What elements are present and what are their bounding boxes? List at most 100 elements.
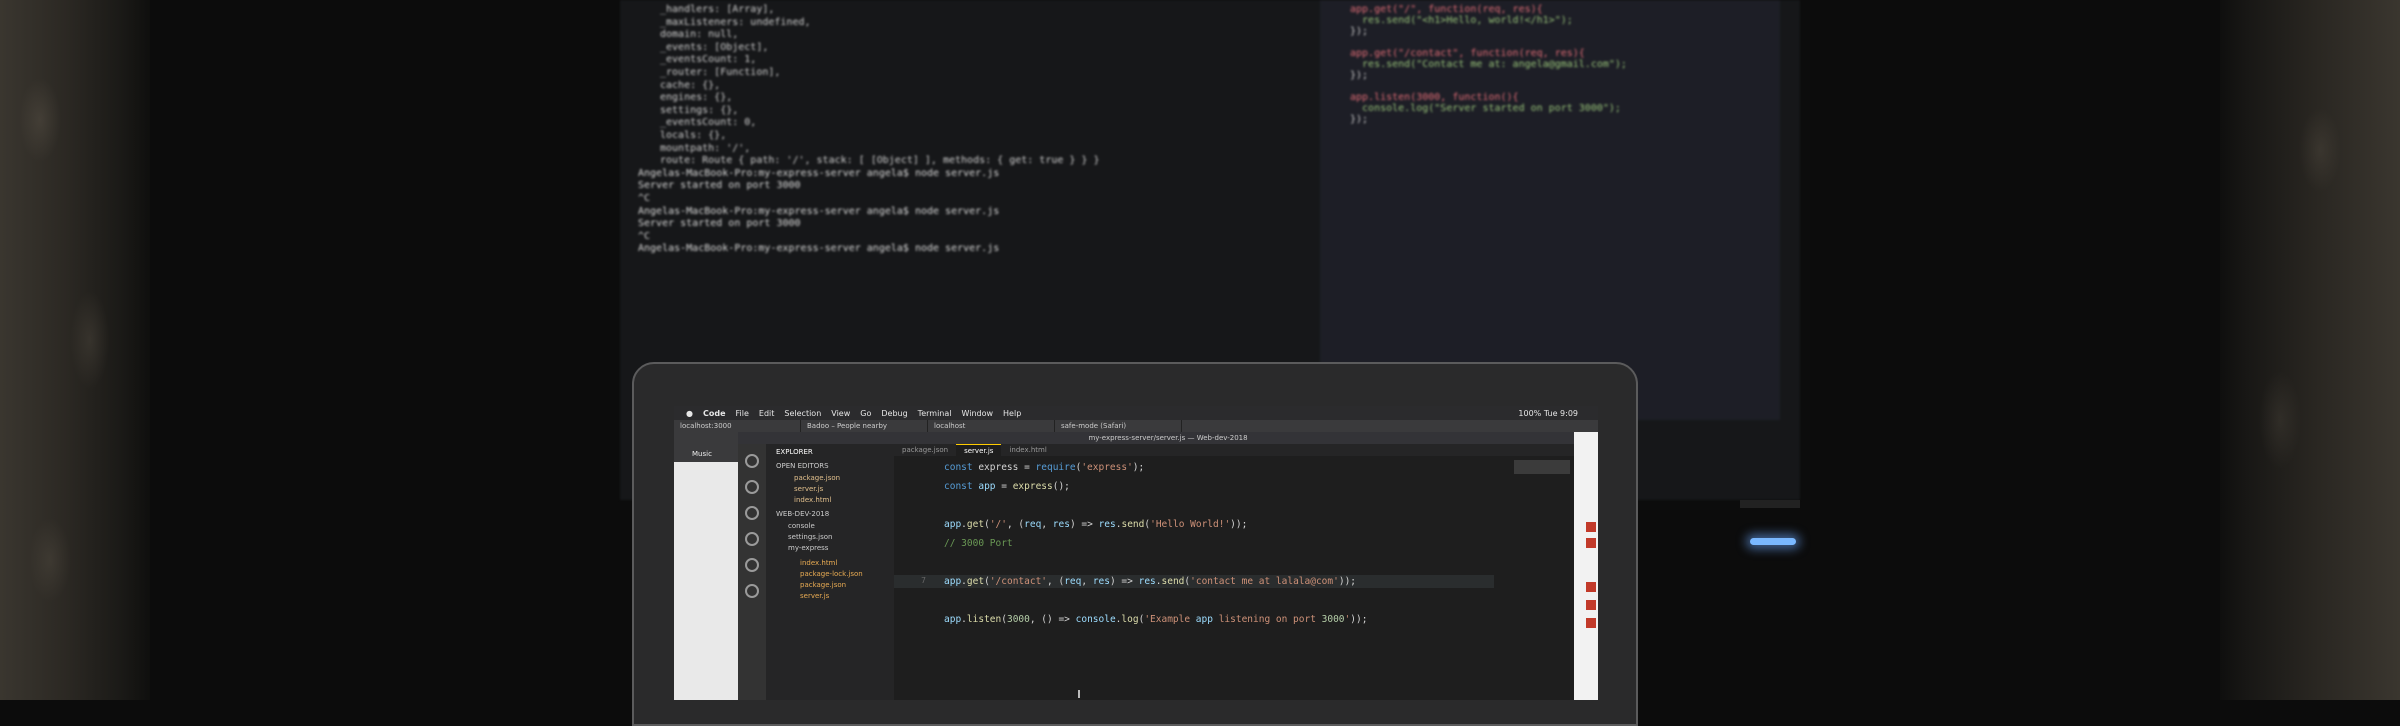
code-line[interactable]: const express = require('express');: [944, 462, 1144, 473]
editor-line: });: [1350, 114, 1369, 125]
terminal-line: mountpath: '/',: [660, 142, 751, 154]
extensions-icon[interactable]: [745, 558, 759, 572]
explorer-header: EXPLORER: [776, 448, 813, 456]
notification-badge: [1586, 600, 1596, 610]
menu-item-selection[interactable]: Selection: [784, 409, 821, 418]
code-line[interactable]: app.listen(3000, () => console.log('Exam…: [944, 614, 1367, 625]
window-title: my-express-server/server.js — Web-dev-20…: [738, 432, 1598, 444]
editor-line: res.send("<h1>Hello, world!</h1>");: [1350, 15, 1573, 26]
editor-tab[interactable]: package.json: [894, 444, 956, 456]
menu-item-edit[interactable]: Edit: [759, 409, 775, 418]
terminal-line: ^C: [638, 230, 651, 242]
terminal-line: _eventsCount: 0,: [660, 117, 757, 129]
source-control-icon[interactable]: [745, 506, 759, 520]
notification-badge: [1586, 618, 1596, 628]
editor-line: app.listen(3000, function(){: [1350, 92, 1519, 103]
menubar-right: 100% Tue 9:09: [1518, 408, 1578, 418]
folder-item[interactable]: my-express: [788, 544, 828, 552]
notification-badge: [1586, 538, 1596, 548]
laptop-screen: ● Code File Edit Selection View Go Debug Termin…: [674, 406, 1598, 700]
editor-line: console.log("Server started on port 3000…: [1350, 103, 1621, 114]
editor-line: });: [1350, 70, 1369, 81]
terminal-line: cache: {},: [660, 79, 721, 91]
folder-item[interactable]: settings.json: [788, 533, 832, 541]
terminal-line: ^C: [638, 193, 651, 204]
workspace-label[interactable]: WEB-DEV-2018: [776, 510, 829, 518]
browser-tab[interactable]: Badoo – People nearby: [801, 420, 928, 432]
line-number: 7: [921, 576, 926, 585]
text-cursor-icon: [1078, 690, 1080, 698]
editor-line: app.get("/contact", function(req, res){: [1350, 48, 1585, 59]
menu-item-help[interactable]: Help: [1003, 409, 1021, 418]
browser-toolbar: Music: [674, 432, 738, 462]
search-icon[interactable]: [745, 480, 759, 494]
terminal-line: route: Route { path: '/', stack: [ [Obje…: [660, 155, 1100, 167]
menu-item-debug[interactable]: Debug: [881, 409, 907, 418]
curtain-left: [0, 0, 150, 700]
open-file-item[interactable]: package.json: [794, 474, 840, 482]
editor-tab[interactable]: index.html: [1001, 444, 1054, 456]
menu-item-code[interactable]: Code: [703, 409, 726, 418]
explorer-panel: EXPLORER OPEN EDITORS WEB-DEV-2018 packa…: [766, 444, 894, 700]
editor-line: res.send("Contact me at: angela@gmail.co…: [1350, 59, 1627, 70]
code-line[interactable]: const app = express();: [944, 481, 1070, 492]
monitor-editor: app.get("/", function(req, res){ res.sen…: [1320, 0, 1780, 420]
file-item[interactable]: server.js: [800, 592, 829, 600]
curtain-right: [2220, 0, 2400, 700]
monitor-power-led: [1750, 538, 1796, 545]
editor-line: app.get("/", function(req, res){: [1350, 4, 1543, 15]
browser-tab[interactable]: localhost: [928, 420, 1055, 432]
menu-item-view[interactable]: View: [831, 409, 850, 418]
terminal-line: domain: null,: [660, 29, 739, 41]
terminal-line: Angelas-MacBook-Pro:my-express-server an…: [638, 167, 1000, 179]
files-icon[interactable]: [745, 454, 759, 468]
github-icon[interactable]: [745, 584, 759, 598]
menu-item-go[interactable]: Go: [860, 409, 871, 418]
editor-line: });: [1350, 26, 1369, 37]
apple-icon[interactable]: ●: [686, 409, 693, 418]
editor-tabs: package.json server.js index.html: [894, 444, 1574, 456]
editor-tab[interactable]: server.js: [956, 444, 1002, 456]
monitor-terminal: _handlers: [Array], _maxListeners: undefi…: [620, 0, 1320, 420]
folder-item[interactable]: console: [788, 522, 815, 530]
terminal-line: Server started on port 3000: [638, 180, 801, 192]
browser-page-left: Music: [674, 432, 738, 700]
open-file-item[interactable]: server.js: [794, 485, 823, 493]
menu-item-window[interactable]: Window: [961, 409, 993, 418]
menu-item-terminal[interactable]: Terminal: [918, 409, 952, 418]
terminal-line: Angelas-MacBook-Pro:my-express-server an…: [638, 205, 1000, 217]
debug-icon[interactable]: [745, 532, 759, 546]
browser-tab-strip: localhost:3000 Badoo – People nearby local…: [674, 420, 1598, 432]
terminal-line: engines: {},: [660, 92, 733, 104]
monitor-stand: [1740, 500, 1800, 508]
terminal-line: _maxListeners: undefined,: [660, 16, 811, 28]
code-line[interactable]: // 3000 Port: [944, 538, 1013, 549]
browser-tab[interactable]: safe-mode (Safari): [1055, 420, 1182, 432]
minimap[interactable]: [1514, 460, 1570, 474]
terminal-line: _router: [Function],: [660, 67, 781, 78]
mac-menubar: ● Code File Edit Selection View Go Debug Termin…: [674, 406, 1598, 420]
activity-bar: [738, 444, 766, 700]
menu-item-file[interactable]: File: [736, 409, 749, 418]
notification-badge: [1586, 522, 1596, 532]
terminal-line: settings: {},: [660, 104, 739, 116]
terminal-line: _eventsCount: 1,: [660, 54, 757, 66]
open-file-item[interactable]: index.html: [794, 496, 831, 504]
code-editor[interactable]: package.json server.js index.html const ex…: [894, 444, 1574, 700]
terminal-line: Angelas-MacBook-Pro:my-express-server an…: [638, 243, 1000, 255]
code-line[interactable]: app.get('/contact', (req, res) => res.se…: [944, 576, 1356, 587]
terminal-line: locals: {},: [660, 130, 727, 141]
file-item[interactable]: package.json: [800, 581, 846, 589]
notification-badge: [1586, 582, 1596, 592]
code-area[interactable]: const express = require('express'); const…: [894, 460, 1494, 700]
open-editors-label[interactable]: OPEN EDITORS: [776, 462, 829, 470]
terminal-line: _handlers: [Array],: [660, 4, 775, 15]
file-item[interactable]: package-lock.json: [800, 570, 863, 578]
browser-page-right: [1574, 432, 1598, 700]
terminal-line: Server started on port 3000: [638, 218, 801, 230]
browser-tab[interactable]: localhost:3000: [674, 420, 801, 432]
file-item[interactable]: index.html: [800, 559, 837, 567]
terminal-line: _events: [Object],: [660, 41, 769, 53]
browser-sidebar-label[interactable]: Music: [692, 450, 712, 458]
code-line[interactable]: app.get('/', (req, res) => res.send('Hel…: [944, 519, 1247, 530]
